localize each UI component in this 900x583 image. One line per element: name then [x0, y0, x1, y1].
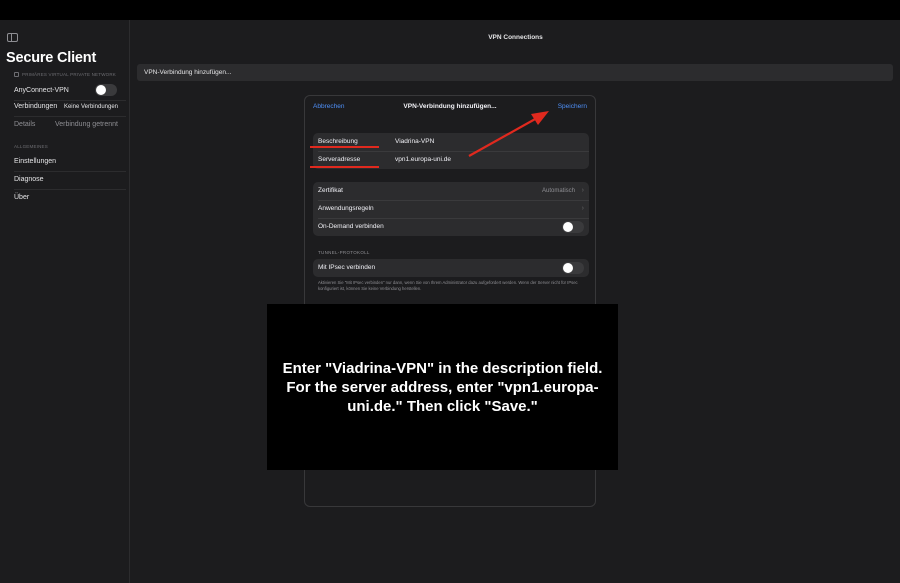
instruction-text: Enter "Viadrina-VPN" in the description …	[282, 359, 603, 415]
annotation-arrow-icon	[468, 111, 549, 157]
instruction-overlay: Enter "Viadrina-VPN" in the description …	[267, 304, 618, 470]
